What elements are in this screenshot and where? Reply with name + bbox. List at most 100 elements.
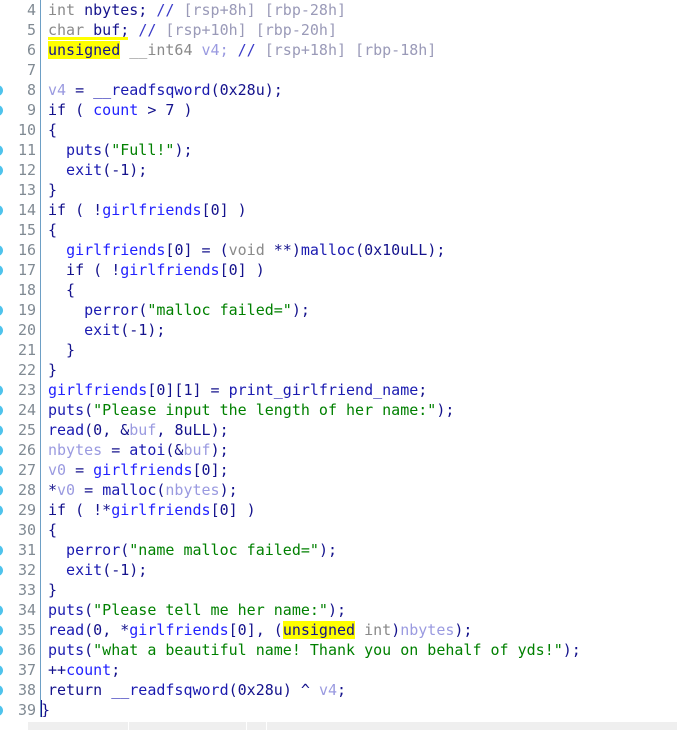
code-line[interactable]: 28 *v0 = malloc(nbytes); xyxy=(0,480,677,500)
code-line[interactable]: 27 v0 = girlfriends[0]; xyxy=(0,460,677,480)
line-number: 7 xyxy=(26,61,36,79)
line-number: 35 xyxy=(17,621,36,639)
code-line[interactable]: 34 puts("Please tell me her name:"); xyxy=(0,600,677,620)
code-text[interactable]: girlfriends[0] = (void **)malloc(0x10uLL… xyxy=(48,240,445,260)
code-line[interactable]: 36 puts("what a beautiful name! Thank you… xyxy=(0,640,677,660)
line-number: 8 xyxy=(26,81,36,99)
code-token: ) xyxy=(174,101,193,119)
code-line[interactable]: 39} xyxy=(0,700,677,718)
code-text[interactable]: perror("malloc failed="); xyxy=(48,300,310,320)
code-text[interactable]: if ( count > 7 ) xyxy=(48,100,193,120)
code-text[interactable]: if ( !girlfriends[0] ) xyxy=(48,200,247,220)
code-text[interactable]: girlfriends[0][1] = print_girlfriend_nam… xyxy=(48,380,427,400)
code-line[interactable]: 23 girlfriends[0][1] = print_girlfriend_n… xyxy=(0,380,677,400)
code-text[interactable]: nbytes = atoi(&buf); xyxy=(48,440,229,460)
code-line[interactable]: 25 read(0, &buf, 8uLL); xyxy=(0,420,677,440)
code-token: perror xyxy=(48,301,139,319)
code-text[interactable]: { xyxy=(48,120,57,140)
code-line[interactable]: 24 puts("Please input the length of her n… xyxy=(0,400,677,420)
code-text[interactable]: return __readfsqword(0x28u) ^ v4; xyxy=(48,680,346,700)
code-text[interactable]: } xyxy=(48,180,57,200)
code-text[interactable]: ++count; xyxy=(48,660,120,680)
code-line[interactable]: 37 ++count; xyxy=(0,660,677,680)
code-text[interactable]: *v0 = malloc(nbytes); xyxy=(48,480,238,500)
code-line[interactable]: 9 if ( count > 7 ) xyxy=(0,100,677,120)
code-line[interactable]: 10 { xyxy=(0,120,677,140)
code-token: 0x28u xyxy=(219,81,265,99)
code-line[interactable]: 38 return __readfsqword(0x28u) ^ v4; xyxy=(0,680,677,700)
code-line[interactable]: 7 xyxy=(0,60,677,80)
code-text[interactable]: } xyxy=(48,360,57,380)
code-text[interactable]: } xyxy=(48,340,75,360)
code-text[interactable]: perror("name malloc failed="); xyxy=(48,540,337,560)
line-number: 26 xyxy=(17,441,36,459)
code-token: girlfriends xyxy=(93,461,193,479)
code-line[interactable]: 21 } xyxy=(0,340,677,360)
code-line[interactable]: 32 exit(-1); xyxy=(0,560,677,580)
code-token: 1 xyxy=(120,561,130,579)
code-line[interactable]: 30 { xyxy=(0,520,677,540)
code-line[interactable]: 20 exit(-1); xyxy=(0,320,677,340)
code-text[interactable]: { xyxy=(48,220,57,240)
code-token: buf xyxy=(129,421,157,439)
code-line[interactable]: 19 perror("malloc failed="); xyxy=(0,300,677,320)
horizontal-scrollbar[interactable] xyxy=(0,717,677,730)
code-token: ( xyxy=(355,241,365,259)
code-token: [ xyxy=(219,261,229,279)
code-text[interactable]: puts("Please input the length of her nam… xyxy=(48,400,454,420)
code-token: unsigned xyxy=(48,41,121,59)
code-line[interactable]: 14 if ( !girlfriends[0] ) xyxy=(0,200,677,220)
code-line[interactable]: 31 perror("name malloc failed="); xyxy=(0,540,677,560)
code-line[interactable]: 15 { xyxy=(0,220,677,240)
code-line[interactable]: 11 puts("Full!"); xyxy=(0,140,677,160)
code-line[interactable]: 22} xyxy=(0,360,677,380)
decompiler-pseudocode-view[interactable]: 4 int nbytes; // [rsp+8h] [rbp-28h] 5 char … xyxy=(0,0,677,730)
code-line[interactable]: 4 int nbytes; // [rsp+8h] [rbp-28h] xyxy=(0,0,677,20)
code-text[interactable]: read(0, *girlfriends[0], (unsigned int)n… xyxy=(48,620,472,640)
code-text[interactable]: } xyxy=(41,700,50,718)
line-number: 30 xyxy=(17,521,36,539)
code-token: 0 xyxy=(93,421,103,439)
code-token: (- xyxy=(102,561,121,579)
code-line[interactable]: 12 exit(-1); xyxy=(0,160,677,180)
code-token: **) xyxy=(273,241,301,259)
code-token: ++ xyxy=(48,661,67,679)
code-text[interactable]: if ( !*girlfriends[0] ) xyxy=(48,500,256,520)
code-line[interactable]: 35 read(0, *girlfriends[0], (unsigned int… xyxy=(0,620,677,640)
code-text[interactable]: v4 = __readfsqword(0x28u); xyxy=(48,80,283,100)
code-line[interactable]: 16 girlfriends[0] = (void **)malloc(0x10… xyxy=(0,240,677,260)
code-text[interactable]: read(0, &buf, 8uLL); xyxy=(48,420,229,440)
code-text[interactable]: exit(-1); xyxy=(48,320,165,340)
line-number: 39 xyxy=(17,701,36,718)
code-line[interactable]: 33} xyxy=(0,580,677,600)
code-text[interactable]: puts("what a beautiful name! Thank you o… xyxy=(48,640,581,660)
code-token: , * xyxy=(102,621,130,639)
code-scroll-area[interactable]: 4 int nbytes; // [rsp+8h] [rbp-28h] 5 char … xyxy=(0,0,677,718)
code-text[interactable]: } xyxy=(48,580,57,600)
code-text[interactable]: puts("Please tell me her name:"); xyxy=(48,600,346,620)
code-token: ) xyxy=(391,621,401,639)
code-text[interactable]: puts("Full!"); xyxy=(48,140,192,160)
code-line[interactable]: 29 if ( !*girlfriends[0] ) xyxy=(0,500,677,520)
code-text[interactable]: v0 = girlfriends[0]; xyxy=(48,460,229,480)
code-text[interactable]: unsigned __int64 v4; // [rsp+18h] [rbp-1… xyxy=(48,40,436,60)
code-token: ; xyxy=(111,661,121,679)
line-number: 24 xyxy=(17,401,36,419)
code-text[interactable]: if ( !girlfriends[0] ) xyxy=(48,260,265,280)
horizontal-scrollbar-track[interactable] xyxy=(28,722,677,730)
code-text[interactable]: { xyxy=(48,520,57,540)
code-text[interactable]: exit(-1); xyxy=(48,560,147,580)
code-line[interactable]: 17 if ( !girlfriends[0] ) xyxy=(0,260,677,280)
code-line[interactable]: 6 unsigned __int64 v4; // [rsp+18h] [rbp-… xyxy=(0,40,677,60)
code-text[interactable]: exit(-1); xyxy=(48,160,147,180)
code-token: v0 xyxy=(57,481,76,499)
code-line[interactable]: 26 nbytes = atoi(&buf); xyxy=(0,440,677,460)
code-line[interactable]: 13} xyxy=(0,180,677,200)
code-token: if ( xyxy=(48,101,94,119)
code-text[interactable]: int nbytes; // [rsp+8h] [rbp-28h] xyxy=(48,0,346,20)
line-number: 23 xyxy=(17,381,36,399)
code-token: 8uLL xyxy=(174,421,211,439)
code-line[interactable]: 18 { xyxy=(0,280,677,300)
code-line[interactable]: 8 v4 = __readfsqword(0x28u); xyxy=(0,80,677,100)
code-text[interactable]: { xyxy=(48,280,75,300)
